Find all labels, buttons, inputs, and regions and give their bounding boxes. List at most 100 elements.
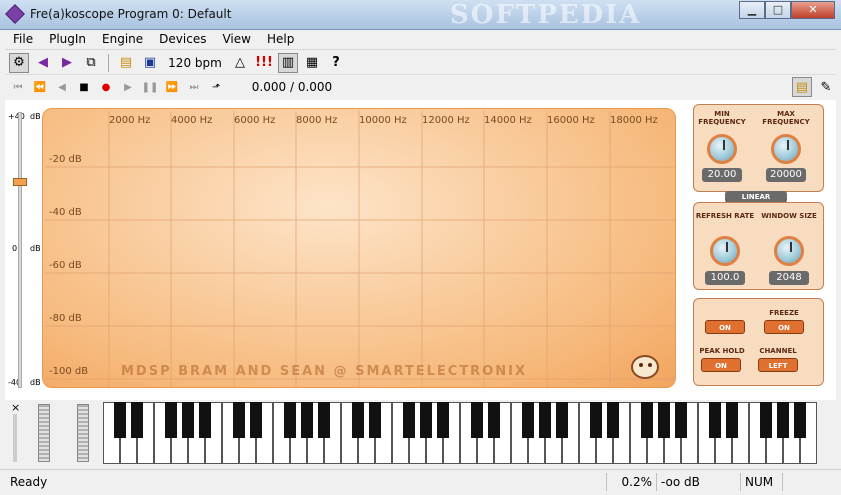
max-frequency-knob[interactable]: [771, 134, 801, 164]
peak-hold-toggle[interactable]: ON: [701, 358, 741, 372]
black-key[interactable]: [352, 402, 364, 438]
spectrum-display: 2000 Hz 4000 Hz 6000 Hz 8000 Hz 10000 Hz…: [42, 108, 676, 388]
piano-keys-icon[interactable]: ▥: [278, 52, 298, 73]
black-key[interactable]: [522, 402, 534, 438]
record-icon[interactable]: ●: [97, 78, 115, 96]
freq-label: 12000 Hz: [422, 115, 470, 126]
db-label: -40 dB: [49, 207, 82, 218]
plugin-icon[interactable]: ⚙: [9, 52, 29, 73]
black-key[interactable]: [794, 402, 806, 438]
freq-label: 2000 Hz: [109, 115, 151, 126]
pause-icon[interactable]: ❚❚: [141, 78, 159, 96]
rewind-icon[interactable]: ⏪: [31, 78, 49, 96]
black-key[interactable]: [709, 402, 721, 438]
max-frequency-label: MAX FREQUENCY: [762, 110, 810, 126]
keyboard-edge-slider[interactable]: [13, 414, 17, 462]
pitch-bend-slider[interactable]: [38, 404, 50, 462]
menu-view[interactable]: View: [214, 30, 258, 49]
save-icon[interactable]: ▣: [140, 53, 160, 73]
black-key[interactable]: [369, 402, 381, 438]
close-button[interactable]: ✕: [791, 1, 835, 19]
db-label: -80 dB: [49, 313, 82, 324]
stop-icon[interactable]: ■: [75, 78, 93, 96]
alert-button[interactable]: !!!: [254, 53, 274, 73]
black-key[interactable]: [471, 402, 483, 438]
gain-slider[interactable]: [13, 112, 27, 388]
modulation-slider[interactable]: [77, 404, 89, 462]
unlabeled-toggle-button[interactable]: ON: [705, 320, 745, 334]
black-key[interactable]: [607, 402, 619, 438]
black-key[interactable]: [403, 402, 415, 438]
status-text: Ready: [10, 475, 48, 489]
copy-icon[interactable]: ⧉: [81, 53, 101, 73]
black-key[interactable]: [182, 402, 194, 438]
refresh-rate-knob[interactable]: [710, 236, 740, 266]
piano-keyboard[interactable]: [103, 402, 828, 464]
window-size-value[interactable]: 2048: [769, 271, 809, 285]
menu-file[interactable]: File: [5, 30, 41, 49]
freq-label: 6000 Hz: [234, 115, 276, 126]
menu-plugin[interactable]: PlugIn: [41, 30, 94, 49]
black-key[interactable]: [233, 402, 245, 438]
refresh-rate-label: REFRESH RATE: [695, 212, 755, 220]
step-back-icon[interactable]: ◀: [53, 78, 71, 96]
black-key[interactable]: [641, 402, 653, 438]
keyboard-settings-icon[interactable]: ▦: [302, 53, 322, 73]
metronome-icon[interactable]: △: [230, 53, 250, 73]
refresh-rate-value[interactable]: 100.0: [705, 271, 745, 285]
keyboard-close-button[interactable]: ×: [11, 401, 20, 414]
edit-preset-icon[interactable]: ✎: [816, 77, 836, 97]
black-key[interactable]: [250, 402, 262, 438]
open-preset-icon[interactable]: ▤: [792, 77, 812, 97]
max-frequency-value[interactable]: 20000: [766, 168, 806, 182]
window-size-knob[interactable]: [774, 236, 804, 266]
black-key[interactable]: [284, 402, 296, 438]
black-key[interactable]: [590, 402, 602, 438]
back-arrow-icon[interactable]: ◀: [33, 53, 53, 73]
black-key[interactable]: [675, 402, 687, 438]
help-icon[interactable]: ?: [326, 53, 346, 73]
black-key[interactable]: [165, 402, 177, 438]
black-key[interactable]: [301, 402, 313, 438]
black-key[interactable]: [437, 402, 449, 438]
title-bar: Fre(a)koscope Program 0: Default SOFTPED…: [0, 0, 841, 30]
black-key[interactable]: [131, 402, 143, 438]
status-bar: Ready 0.2% -oo dB NUM: [0, 469, 841, 495]
freq-label: 14000 Hz: [484, 115, 532, 126]
maximize-button[interactable]: □: [765, 1, 791, 19]
db-label: -100 dB: [49, 366, 89, 377]
freeze-toggle[interactable]: ON: [764, 320, 804, 334]
gain-slider-thumb[interactable]: [13, 178, 27, 186]
black-key[interactable]: [726, 402, 738, 438]
skip-end-icon[interactable]: ⏭: [185, 78, 203, 96]
open-folder-icon[interactable]: ▤: [116, 53, 136, 73]
min-frequency-value[interactable]: 20.00: [702, 168, 742, 182]
black-key[interactable]: [658, 402, 670, 438]
play-icon[interactable]: ▶: [119, 78, 137, 96]
black-key[interactable]: [318, 402, 330, 438]
black-key[interactable]: [760, 402, 772, 438]
forward-arrow-icon[interactable]: ▶: [57, 53, 77, 73]
menu-help[interactable]: Help: [259, 30, 302, 49]
slider-bot-unit: dB: [30, 378, 41, 387]
menu-devices[interactable]: Devices: [151, 30, 214, 49]
spectrum-grid: [45, 111, 675, 387]
minimize-button[interactable]: ▁: [739, 1, 765, 19]
black-key[interactable]: [556, 402, 568, 438]
black-key[interactable]: [539, 402, 551, 438]
black-key[interactable]: [114, 402, 126, 438]
menu-engine[interactable]: Engine: [94, 30, 151, 49]
status-empty-panel: [782, 473, 822, 491]
black-key[interactable]: [199, 402, 211, 438]
channel-selector[interactable]: LEFT: [758, 358, 798, 372]
fast-forward-icon[interactable]: ⏩: [163, 78, 181, 96]
black-key[interactable]: [777, 402, 789, 438]
black-key[interactable]: [488, 402, 500, 438]
black-key[interactable]: [420, 402, 432, 438]
mascot-icon: [631, 355, 659, 379]
freeze-label: FREEZE: [769, 309, 799, 317]
rewind-start-icon[interactable]: ⏮: [9, 78, 27, 96]
loop-icon[interactable]: ⬏: [207, 78, 225, 96]
bpm-display[interactable]: 120 bpm: [164, 56, 226, 70]
min-frequency-knob[interactable]: [707, 134, 737, 164]
